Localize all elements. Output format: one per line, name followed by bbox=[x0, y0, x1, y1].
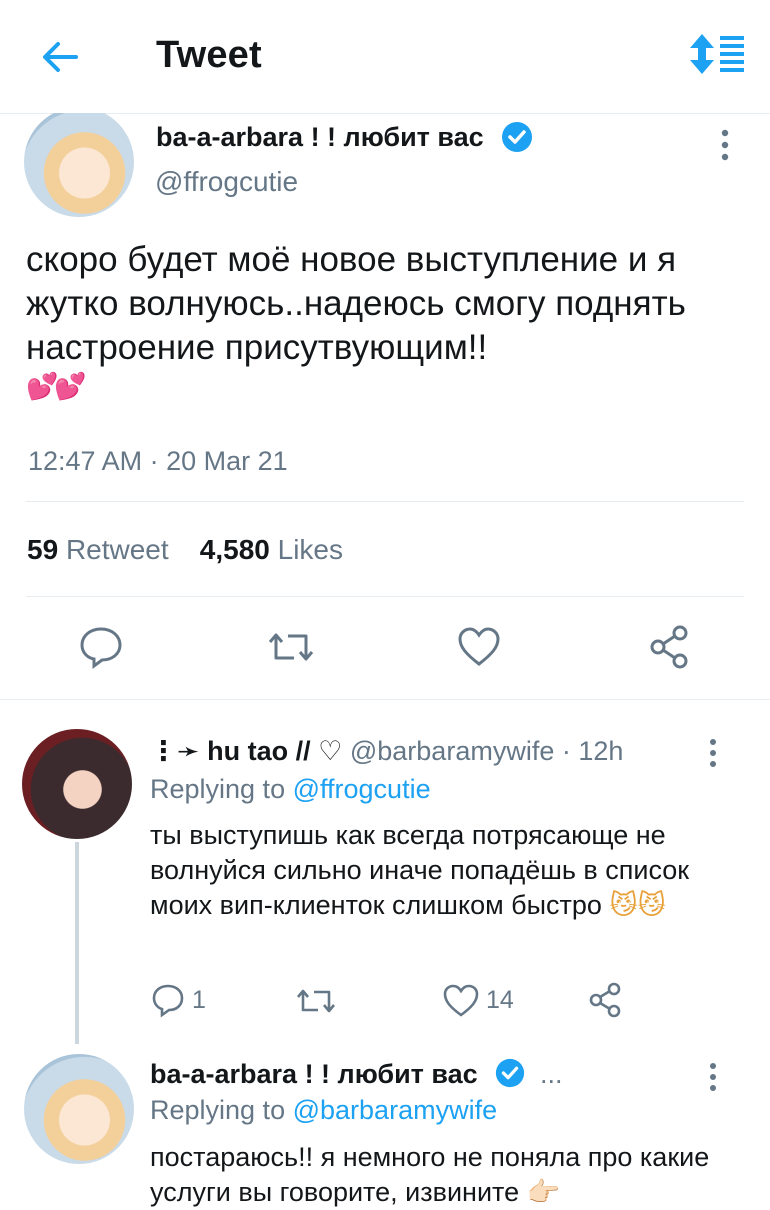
thread-connector bbox=[75, 842, 79, 1044]
reply-count: 1 bbox=[192, 986, 206, 1014]
share-icon[interactable] bbox=[588, 980, 624, 1020]
sort-icon[interactable] bbox=[688, 30, 746, 78]
reply-author-handle[interactable]: @barbaramywife bbox=[350, 736, 554, 766]
hearts-emoji: 💕💕 bbox=[26, 371, 87, 401]
reply-author-name[interactable]: ba-a-arbara ! ! любит вас bbox=[150, 1059, 478, 1090]
top-bar bbox=[0, 0, 770, 114]
replying-to-handle[interactable]: @ffrogcutie bbox=[293, 774, 431, 804]
divider bbox=[0, 699, 770, 700]
like-icon[interactable] bbox=[456, 624, 502, 670]
engagement-stats: 59 Retweet 4,580 Likes bbox=[27, 534, 343, 566]
reply-author-name[interactable]: hu tao // ♡ bbox=[207, 736, 342, 766]
replying-to-label: Replying to bbox=[150, 774, 286, 804]
retweet-icon[interactable] bbox=[268, 624, 314, 670]
tweet-text: скоро будет моё новое выступление и я жу… bbox=[26, 240, 686, 367]
more-options-icon[interactable] bbox=[706, 737, 720, 769]
retweet-count[interactable]: 59 bbox=[27, 534, 58, 565]
like-label[interactable]: Likes bbox=[278, 534, 343, 565]
back-arrow-icon[interactable] bbox=[36, 33, 84, 81]
name-overflow: ... bbox=[540, 1059, 563, 1089]
reply-icon[interactable] bbox=[78, 624, 124, 670]
avatar[interactable] bbox=[24, 1054, 134, 1164]
retweet-label[interactable]: Retweet bbox=[66, 534, 169, 565]
more-options-icon[interactable] bbox=[718, 128, 732, 162]
replying-to-label: Replying to bbox=[150, 1095, 286, 1125]
like-count: 14 bbox=[486, 986, 514, 1014]
replying-to: Replying to @ffrogcutie bbox=[150, 774, 431, 805]
author-handle[interactable]: @ffrogcutie bbox=[155, 166, 298, 198]
avatar[interactable] bbox=[24, 113, 138, 217]
like-count[interactable]: 4,580 bbox=[200, 534, 270, 565]
share-icon[interactable] bbox=[648, 624, 694, 670]
divider bbox=[26, 501, 744, 502]
reply-age: · 12h bbox=[561, 736, 624, 766]
reply-icon[interactable] bbox=[150, 980, 186, 1020]
author-name[interactable]: ba-a-arbara ! ! любит вас bbox=[156, 122, 484, 153]
page-title: Tweet bbox=[156, 34, 262, 76]
more-options-icon[interactable] bbox=[706, 1061, 720, 1093]
verified-badge-icon bbox=[495, 1058, 525, 1088]
tweet-timestamp[interactable]: 12:47 AM · 20 Mar 21 bbox=[28, 446, 288, 477]
cat-emoji: 😼😼 bbox=[609, 890, 666, 920]
retweet-icon[interactable] bbox=[296, 980, 336, 1020]
reply-text: ты выступишь как всегда потрясающе не во… bbox=[150, 818, 710, 923]
avatar[interactable] bbox=[22, 729, 132, 839]
reply-header: ⋮➛ hu tao // ♡ @barbaramywife · 12h bbox=[150, 736, 623, 767]
replying-to-handle[interactable]: @barbaramywife bbox=[293, 1095, 497, 1125]
divider bbox=[26, 596, 744, 597]
replying-to: Replying to @barbaramywife bbox=[150, 1095, 497, 1126]
like-icon[interactable] bbox=[442, 980, 480, 1020]
reply-author-prefix[interactable]: ⋮➛ bbox=[150, 736, 200, 766]
verified-badge-icon bbox=[502, 122, 532, 152]
